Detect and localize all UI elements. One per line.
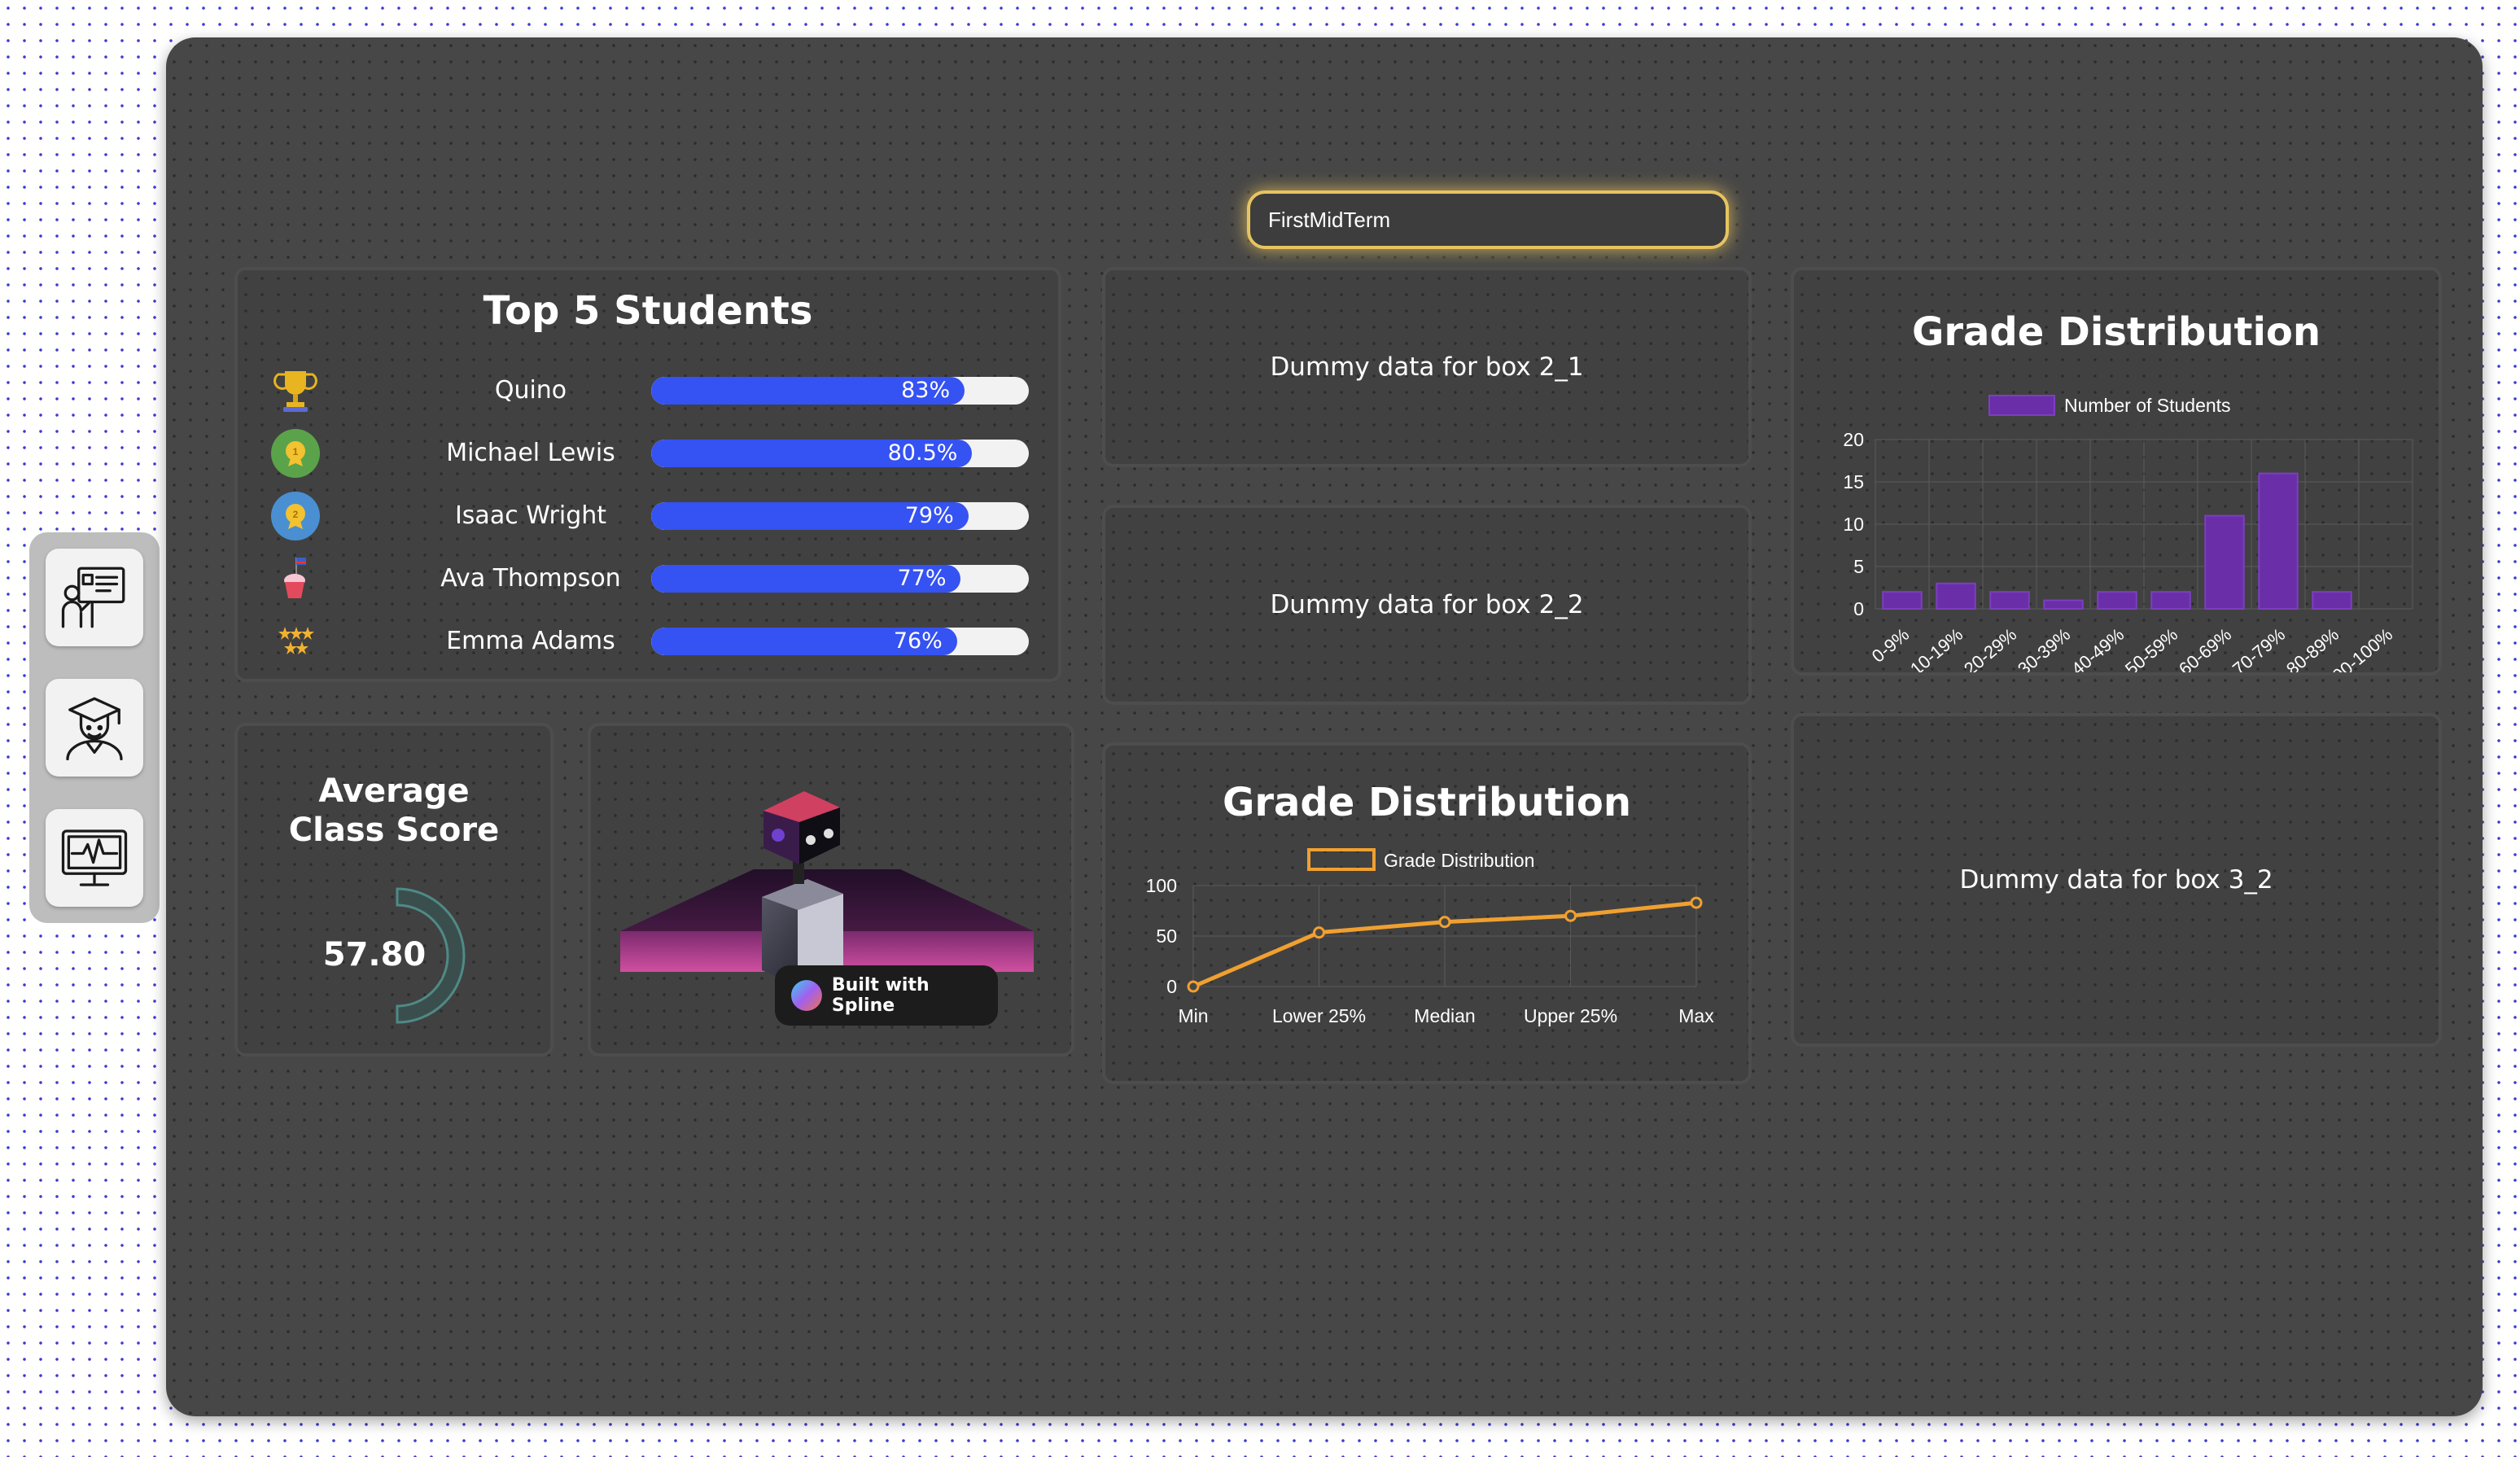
data-point bbox=[1564, 909, 1577, 922]
trophy-icon bbox=[267, 366, 324, 415]
x-tick-label: 60-69% bbox=[2175, 624, 2235, 672]
student-row: 1 Michael Lewis 80.5% bbox=[238, 429, 1058, 478]
built-with-spline-badge[interactable]: Built with Spline bbox=[775, 965, 998, 1026]
data-point bbox=[1690, 896, 1703, 909]
y-tick-label: 20 bbox=[1843, 429, 1864, 450]
score-percent: 76% bbox=[893, 628, 943, 654]
box-2-1: Dummy data for box 2_1 bbox=[1102, 267, 1752, 467]
data-point bbox=[1313, 926, 1325, 939]
bar bbox=[2097, 591, 2137, 610]
sidebar bbox=[29, 532, 160, 923]
student-name: Isaac Wright bbox=[454, 501, 607, 530]
gold-medal-icon: 1 bbox=[267, 429, 324, 478]
x-tick-label: 40-49% bbox=[2067, 624, 2128, 672]
legend-label: Number of Students bbox=[2064, 395, 2231, 416]
student-name: Michael Lewis bbox=[446, 439, 615, 467]
score-percent: 77% bbox=[897, 566, 947, 591]
x-tick-label: 30-39% bbox=[2014, 624, 2074, 672]
y-tick-label: 5 bbox=[1853, 556, 1864, 577]
score-bar: 76% bbox=[651, 628, 1029, 655]
stars-icon bbox=[267, 617, 324, 666]
teacher-presentation-icon bbox=[61, 567, 125, 628]
average-score-value: 57.80 bbox=[323, 936, 427, 974]
box-3-2-text: Dummy data for box 3_2 bbox=[1959, 865, 2273, 895]
sidebar-item-students[interactable] bbox=[46, 679, 143, 777]
bar bbox=[2150, 591, 2191, 610]
x-tick-label: Max bbox=[1678, 1005, 1714, 1026]
grade-distribution-line-chart: Grade Distribution Grade Distribution 0 50 1… bbox=[1146, 780, 1715, 1026]
line-chart-title: Grade Distribution bbox=[1223, 780, 1631, 825]
student-row: 2 Isaac Wright 79% bbox=[238, 492, 1058, 540]
top-students-title: Top 5 Students bbox=[483, 288, 813, 334]
svg-text:1: 1 bbox=[293, 446, 299, 457]
score-bar: 83% bbox=[651, 377, 1029, 405]
svg-text:2: 2 bbox=[293, 509, 299, 520]
bar bbox=[2204, 514, 2245, 610]
data-point bbox=[1187, 980, 1200, 993]
x-tick-label: Lower 25% bbox=[1272, 1005, 1366, 1026]
legend-swatch bbox=[1307, 848, 1376, 871]
dashboard-panel: Top 5 Students Quino 83% bbox=[166, 37, 2483, 1416]
bar-chart-title: Grade Distribution bbox=[1912, 309, 2321, 355]
cupcake-flag-icon bbox=[267, 554, 324, 603]
legend-label: Grade Distribution bbox=[1384, 850, 1534, 871]
x-tick-label: 70-79% bbox=[2229, 624, 2289, 672]
y-tick-label: 10 bbox=[1843, 514, 1864, 535]
monitor-heartbeat-icon bbox=[61, 829, 128, 886]
x-tick-label: 50-59% bbox=[2121, 624, 2181, 672]
x-tick-label: Min bbox=[1178, 1005, 1208, 1026]
grade-distribution-line-card: Grade Distribution Grade Distribution 0 50 1… bbox=[1102, 742, 1752, 1084]
box-2-2-text: Dummy data for box 2_2 bbox=[1270, 590, 1584, 619]
student-name: Ava Thompson bbox=[440, 564, 621, 593]
y-tick-label: 100 bbox=[1146, 875, 1177, 896]
bar bbox=[2312, 591, 2352, 610]
graduate-student-icon bbox=[66, 697, 123, 761]
y-tick-label: 50 bbox=[1156, 925, 1177, 947]
student-row: Emma Adams 76% bbox=[238, 617, 1058, 666]
grade-distribution-bar-chart: Grade Distribution Number of Students 0 5 10… bbox=[1843, 309, 2413, 672]
x-tick-label: 90-100% bbox=[2329, 624, 2397, 672]
y-tick-label: 0 bbox=[1853, 598, 1864, 619]
bar bbox=[1882, 591, 1923, 610]
box-2-2: Dummy data for box 2_2 bbox=[1102, 505, 1752, 705]
student-row: Ava Thompson 77% bbox=[238, 554, 1058, 603]
average-score-card: Average Class Score 57.80 bbox=[234, 723, 553, 1057]
score-percent: 80.5% bbox=[887, 440, 958, 466]
sidebar-item-teacher[interactable] bbox=[46, 549, 143, 646]
bar bbox=[1989, 591, 2030, 610]
score-bar: 77% bbox=[651, 565, 1029, 593]
x-tick-label: 20-29% bbox=[1960, 624, 2020, 672]
sidebar-item-monitor[interactable] bbox=[46, 809, 143, 907]
x-tick-label: 0-9% bbox=[1868, 624, 1913, 667]
spline-scene-card[interactable]: Built with Spline bbox=[588, 723, 1074, 1057]
student-row: Quino 83% bbox=[238, 366, 1058, 415]
exam-search-input[interactable] bbox=[1247, 190, 1729, 249]
bar bbox=[2043, 599, 2084, 610]
legend-swatch bbox=[1988, 395, 2055, 416]
x-tick-label: Median bbox=[1414, 1005, 1475, 1026]
student-name: Quino bbox=[494, 376, 567, 405]
bar bbox=[1936, 582, 1976, 610]
box-2-1-text: Dummy data for box 2_1 bbox=[1270, 352, 1584, 382]
score-bar: 79% bbox=[651, 502, 1029, 530]
student-name: Emma Adams bbox=[446, 627, 615, 655]
silver-medal-icon: 2 bbox=[267, 492, 324, 540]
y-tick-label: 0 bbox=[1166, 976, 1177, 997]
score-bar: 80.5% bbox=[651, 440, 1029, 467]
x-tick-label: Upper 25% bbox=[1524, 1005, 1617, 1026]
y-tick-label: 15 bbox=[1843, 471, 1864, 492]
score-percent: 79% bbox=[904, 503, 954, 528]
average-score-gauge: 57.80 bbox=[323, 887, 466, 1024]
data-point bbox=[1438, 916, 1451, 929]
grade-distribution-bar-card: Grade Distribution Number of Students 0 5 10… bbox=[1791, 267, 2442, 676]
box-3-2: Dummy data for box 3_2 bbox=[1791, 713, 2442, 1047]
built-with-spline-label: Built with Spline bbox=[831, 975, 930, 1016]
bar bbox=[2258, 472, 2299, 610]
spline-logo-icon bbox=[790, 980, 822, 1011]
top-students-card: Top 5 Students Quino 83% 1 Michael Lewis… bbox=[234, 267, 1061, 682]
score-percent: 83% bbox=[901, 378, 951, 403]
x-tick-label: 10-19% bbox=[1906, 624, 1967, 672]
